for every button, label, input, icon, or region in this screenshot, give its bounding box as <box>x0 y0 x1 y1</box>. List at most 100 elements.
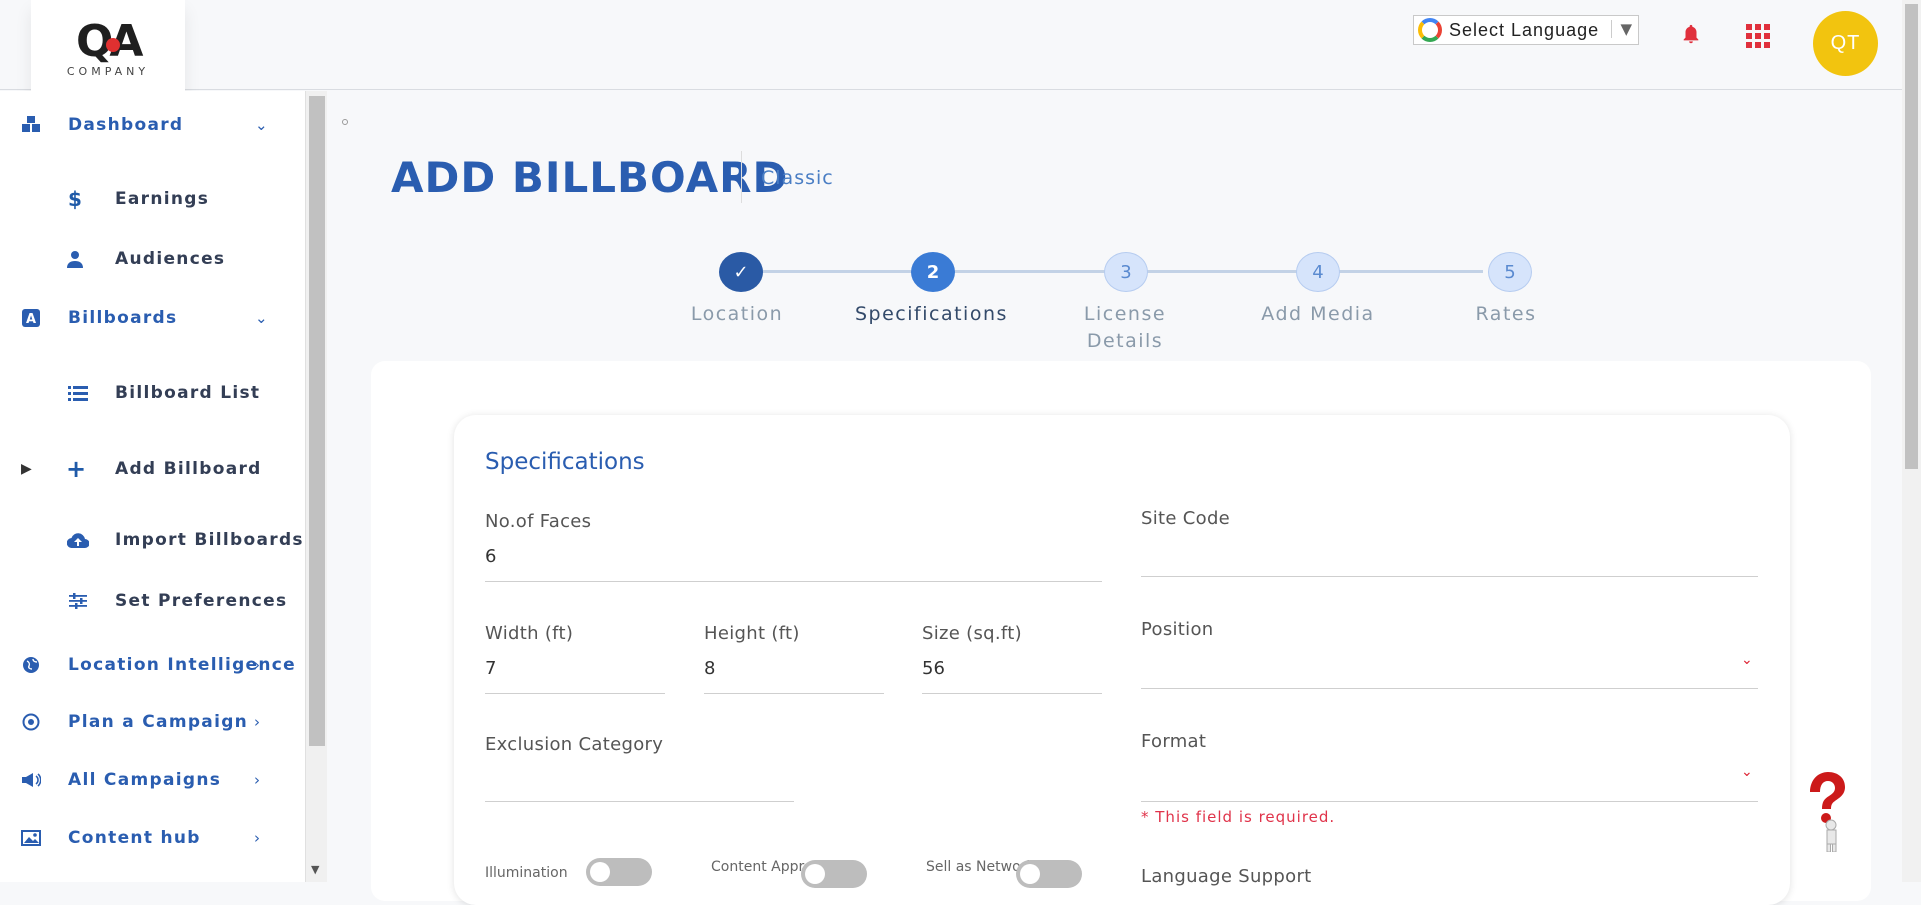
sidebar-item-all-campaigns[interactable]: All Campaigns › <box>0 760 305 800</box>
sidebar-item-dashboard[interactable]: Dashboard ⌄ <box>0 105 305 145</box>
google-icon <box>1418 18 1442 42</box>
sidebar-item-label: Set Preferences <box>115 591 288 611</box>
sell-network-toggle[interactable] <box>1016 860 1082 888</box>
logo-dot <box>106 38 120 52</box>
step-4-label: Add Media <box>1261 303 1375 325</box>
sidebar-item-import-billboards[interactable]: Import Billboards <box>0 520 305 560</box>
list-icon <box>66 382 90 404</box>
sidebar-item-audiences[interactable]: Audiences <box>0 239 305 279</box>
sidebar-item-location-intelligence[interactable]: Location Intelligence › <box>0 645 305 685</box>
width-input[interactable] <box>485 658 660 679</box>
notification-bell-icon[interactable] <box>1680 22 1702 46</box>
faces-label: No.of Faces <box>485 511 592 532</box>
language-support-label: Language Support <box>1141 866 1312 887</box>
size-input[interactable] <box>922 658 1097 679</box>
chevron-down-icon[interactable]: ⌄ <box>255 309 268 327</box>
format-label: Format <box>1141 731 1207 752</box>
sidebar-item-billboard-list[interactable]: Billboard List <box>0 373 305 413</box>
globe-icon <box>19 654 43 676</box>
height-input[interactable] <box>704 658 879 679</box>
plus-icon: + <box>65 455 87 483</box>
user-avatar[interactable]: QT <box>1813 11 1878 76</box>
sidebar-item-billboards[interactable]: A Billboards ⌄ <box>0 298 305 338</box>
chevron-down-icon[interactable]: ⌄ <box>255 116 268 134</box>
position-select[interactable] <box>1141 688 1758 689</box>
height-underline <box>704 693 884 694</box>
height-label: Height (ft) <box>704 623 800 644</box>
page-title: ADD BILLBOARD <box>391 153 789 202</box>
sidebar-item-label: Dashboard <box>68 115 184 135</box>
scroll-down-icon[interactable]: ▼ <box>311 863 319 876</box>
sidebar-item-earnings[interactable]: $ Earnings <box>0 179 305 219</box>
step-1-label: Location <box>690 303 784 325</box>
width-label: Width (ft) <box>485 623 574 644</box>
sidebar-item-label: Import Billboards <box>115 530 304 550</box>
size-label: Size (sq.ft) <box>922 623 1022 644</box>
exclusion-label: Exclusion Category <box>485 734 664 755</box>
scrollbar-thumb[interactable] <box>309 96 325 746</box>
step-1-circle[interactable]: ✓ <box>719 252 763 292</box>
sidebar-item-set-preferences[interactable]: Set Preferences <box>0 581 305 621</box>
cubes-icon <box>21 114 45 136</box>
format-error: * This field is required. <box>1141 808 1336 826</box>
site-code-label: Site Code <box>1141 508 1231 529</box>
sidebar-item-label: Audiences <box>115 249 226 269</box>
chevron-right-icon[interactable]: › <box>254 829 260 847</box>
site-code-input[interactable] <box>1141 543 1756 564</box>
sidebar-item-label: Add Billboard <box>115 459 262 479</box>
chevron-down-icon[interactable]: ⌄ <box>1741 652 1753 668</box>
billboard-a-icon: A <box>19 307 43 329</box>
page-scrollbar-thumb[interactable] <box>1905 4 1918 469</box>
language-select-label: Select Language <box>1449 19 1600 40</box>
faces-input[interactable] <box>485 546 1097 567</box>
page-subtitle: Classic <box>761 167 834 189</box>
format-select[interactable] <box>1141 801 1758 802</box>
svg-text:A: A <box>26 312 36 327</box>
apps-grid-icon[interactable] <box>1746 24 1770 48</box>
chevron-down-icon: ▼ <box>1611 20 1632 38</box>
language-select[interactable]: Select Language ▼ <box>1413 15 1639 45</box>
logo-subtitle: COMPANY <box>66 65 150 78</box>
exclusion-select[interactable] <box>485 760 794 802</box>
sidebar-item-label: All Campaigns <box>68 770 222 790</box>
section-title: Specifications <box>485 449 645 475</box>
sidebar-item-label: Billboard List <box>115 383 261 403</box>
chevron-right-icon[interactable]: › <box>254 713 260 731</box>
help-question-icon[interactable] <box>1800 770 1846 852</box>
chevron-right-icon[interactable]: › <box>254 656 260 674</box>
width-underline <box>485 693 665 694</box>
size-underline <box>922 693 1102 694</box>
dollar-icon: $ <box>68 187 82 211</box>
step-3-circle[interactable]: 3 <box>1104 252 1148 292</box>
step-2-label: Specifications <box>855 303 1008 325</box>
sidebar: Dashboard ⌄ $ Earnings Audiences A Billb… <box>0 91 305 882</box>
sidebar-item-label: Location Intelligence <box>68 655 296 675</box>
user-icon <box>63 248 87 270</box>
image-icon <box>19 827 43 849</box>
sliders-icon <box>66 590 90 612</box>
caret-right-icon: ▶ <box>21 461 32 477</box>
title-divider <box>741 151 742 203</box>
step-4-circle[interactable]: 4 <box>1296 252 1340 292</box>
step-5-circle[interactable]: 5 <box>1488 252 1532 292</box>
step-5-label: Rates <box>1475 303 1537 325</box>
step-2-circle[interactable]: 2 <box>911 252 955 292</box>
chevron-down-icon[interactable]: ⌄ <box>1741 764 1753 780</box>
chevron-right-icon[interactable]: › <box>254 771 260 789</box>
sidebar-scrollbar[interactable]: ▼ <box>305 91 327 882</box>
step-3-label: License Details <box>1083 303 1167 352</box>
sidebar-item-content-hub[interactable]: Content hub › <box>0 818 305 858</box>
faces-underline <box>485 581 1102 582</box>
sidebar-item-plan-campaign[interactable]: Plan a Campaign › <box>0 702 305 742</box>
breadcrumb-dot <box>342 119 348 125</box>
position-label: Position <box>1141 619 1214 640</box>
site-code-underline <box>1141 576 1758 577</box>
sidebar-item-label: Billboards <box>68 308 178 328</box>
target-icon <box>19 711 43 733</box>
page-scrollbar[interactable] <box>1902 0 1921 882</box>
cloud-upload-icon <box>66 529 90 551</box>
megaphone-icon <box>19 769 43 791</box>
content-approval-toggle[interactable] <box>801 860 867 888</box>
sidebar-item-add-billboard[interactable]: ▶ + Add Billboard <box>0 449 305 489</box>
sidebar-item-label: Content hub <box>68 828 201 848</box>
